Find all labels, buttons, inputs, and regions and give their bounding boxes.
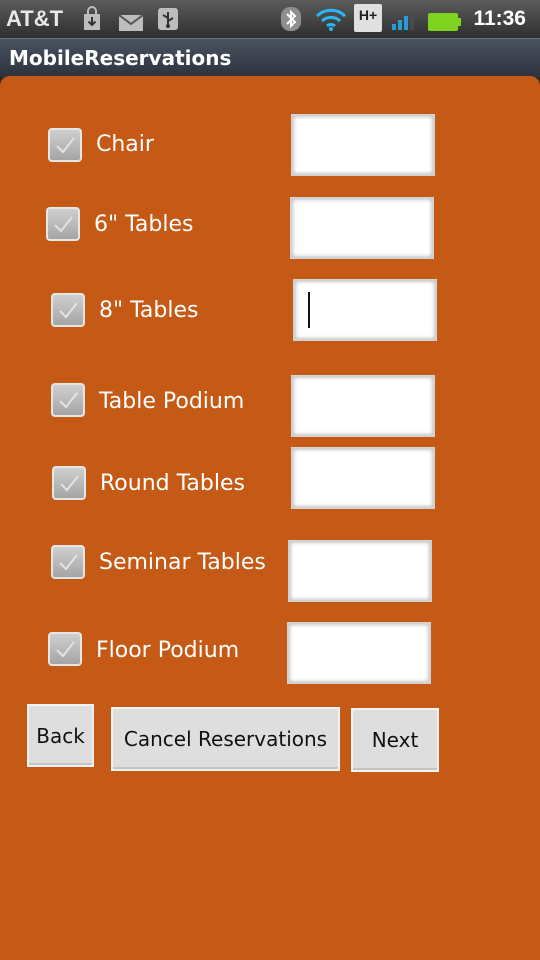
quantity-input-8-tables[interactable] [293, 279, 437, 341]
checkbox-chair[interactable] [48, 128, 82, 162]
checkmark-icon [59, 302, 78, 319]
bluetooth-icon [281, 7, 301, 31]
mail-icon [118, 14, 144, 31]
usb-icon [158, 8, 178, 30]
quantity-input-round-tables[interactable] [291, 447, 435, 509]
label-seminar-tables: Seminar Tables [99, 550, 266, 575]
text-cursor [308, 292, 310, 328]
next-button[interactable]: Next [351, 708, 439, 772]
label-chair: Chair [96, 132, 154, 157]
quantity-input-chair[interactable] [291, 114, 435, 176]
reservation-form: Chair 6" Tables 8" Tables Table Podium R… [0, 76, 540, 960]
network-type-badge: H+ [354, 4, 382, 32]
signal-icon [392, 11, 414, 30]
checkbox-table-podium[interactable] [51, 383, 85, 417]
title-bar: MobileReservations [0, 38, 540, 77]
battery-icon [428, 13, 461, 31]
form-row-floor-podium: Floor Podium [0, 622, 540, 692]
checkbox-8-tables[interactable] [51, 293, 85, 327]
form-row-round-tables: Round Tables [0, 447, 540, 517]
checkmark-icon [59, 392, 78, 409]
checkbox-6-tables[interactable] [46, 207, 80, 241]
clock: 11:36 [473, 7, 526, 30]
quantity-input-floor-podium[interactable] [287, 622, 431, 684]
quantity-input-table-podium[interactable] [291, 375, 435, 437]
checkmark-icon [54, 216, 73, 233]
label-floor-podium: Floor Podium [96, 638, 240, 663]
label-6-tables: 6" Tables [94, 212, 194, 237]
label-8-tables: 8" Tables [99, 298, 199, 323]
status-bar: AT&T H+ 11:36 [0, 0, 540, 38]
form-row-8-tables: 8" Tables [0, 279, 540, 349]
download-icon [84, 6, 100, 30]
checkmark-icon [59, 554, 78, 571]
checkmark-icon [56, 641, 75, 658]
checkmark-icon [60, 475, 79, 492]
quantity-input-6-tables[interactable] [290, 197, 434, 259]
label-table-podium: Table Podium [99, 389, 245, 414]
quantity-input-seminar-tables[interactable] [288, 540, 432, 602]
checkmark-icon [56, 137, 75, 154]
checkbox-floor-podium[interactable] [48, 632, 82, 666]
app-title: MobileReservations [9, 46, 232, 70]
wifi-icon [315, 8, 347, 31]
back-button[interactable]: Back [27, 704, 94, 767]
form-row-table-podium: Table Podium [0, 375, 540, 445]
label-round-tables: Round Tables [100, 471, 245, 496]
checkbox-round-tables[interactable] [52, 466, 86, 500]
checkbox-seminar-tables[interactable] [51, 545, 85, 579]
form-row-6-tables: 6" Tables [0, 197, 540, 267]
cancel-reservations-button[interactable]: Cancel Reservations [111, 707, 340, 771]
carrier-label: AT&T [6, 6, 64, 31]
form-row-seminar-tables: Seminar Tables [0, 540, 540, 610]
form-row-chair: Chair [0, 114, 540, 184]
